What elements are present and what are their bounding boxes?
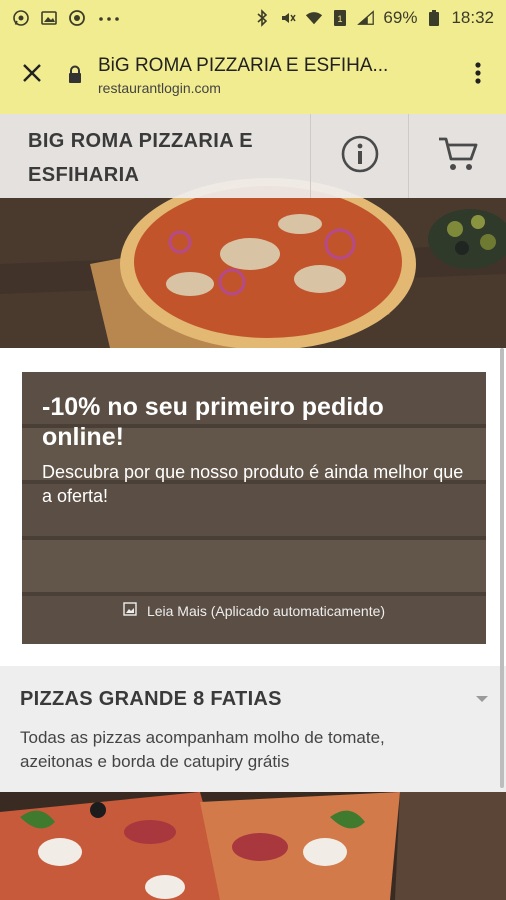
wifi-icon — [305, 9, 323, 27]
lock-icon — [64, 64, 86, 86]
chevron-down-icon[interactable] — [474, 691, 490, 709]
promo-card[interactable]: -10% no seu primeiro pedido online! Desc… — [22, 372, 486, 644]
close-icon — [21, 62, 43, 89]
offer-section: -10% no seu primeiro pedido online! Desc… — [0, 348, 506, 666]
restaurant-name-line1: BIG ROMA PIZZARIA E — [28, 130, 254, 152]
sim1-icon: 1 — [331, 9, 349, 27]
image-icon — [40, 9, 58, 27]
category-title: PIZZAS GRANDE 8 FATIAS — [20, 688, 282, 710]
status-bar: 1 69% 18:32 — [0, 0, 506, 36]
read-more-link[interactable]: Leia Mais (Aplicado automaticamente) — [22, 602, 486, 619]
category-section[interactable]: PIZZAS GRANDE 8 FATIAS Todas as pizzas a… — [0, 666, 506, 792]
notification-icon — [68, 9, 86, 27]
cart-button[interactable] — [408, 114, 506, 198]
clock: 18:32 — [451, 8, 494, 27]
svg-text:1: 1 — [338, 14, 343, 24]
page-title: BiG ROMA PIZZARIA E ESFIHA... — [98, 54, 389, 76]
promo-description: Descubra por que nosso produto é ainda m… — [42, 462, 464, 506]
battery-percentage: 69% — [383, 8, 418, 27]
more-dots-icon — [96, 9, 122, 27]
mute-icon — [279, 9, 297, 27]
info-button[interactable] — [310, 114, 408, 198]
close-tab-button[interactable] — [0, 36, 64, 114]
category-description: Todas as pizzas acompanham molho de toma… — [20, 728, 385, 771]
scrollbar[interactable] — [500, 348, 504, 788]
info-icon — [340, 134, 380, 179]
cart-icon — [437, 135, 479, 178]
browser-menu-button[interactable] — [450, 36, 506, 114]
read-more-label: Leia Mais (Aplicado automaticamente) — [146, 602, 386, 619]
promo-title: -10% no seu primeiro pedido online! — [42, 393, 384, 451]
address-bar[interactable]: BiG ROMA PIZZARIA E ESFIHA... restaurant… — [64, 55, 450, 96]
restaurant-name[interactable]: BIG ROMA PIZZARIA E ESFIHARIA — [0, 114, 310, 198]
bluetooth-icon — [253, 9, 271, 27]
battery-icon — [425, 9, 443, 27]
whatsapp-icon — [12, 9, 30, 27]
pizza-slices-image — [0, 792, 506, 900]
signal-icon — [357, 9, 375, 27]
site-header: BIG ROMA PIZZARIA E ESFIHARIA — [0, 114, 506, 198]
hero-banner: BIG ROMA PIZZARIA E ESFIHARIA — [0, 114, 506, 348]
page-url: restaurantlogin.com — [98, 79, 221, 96]
image-small-icon — [123, 602, 137, 619]
kebab-menu-icon — [475, 61, 481, 90]
restaurant-name-line2: ESFIHARIA — [28, 164, 140, 186]
browser-toolbar: BiG ROMA PIZZARIA E ESFIHA... restaurant… — [0, 36, 506, 114]
category-image — [0, 792, 506, 900]
